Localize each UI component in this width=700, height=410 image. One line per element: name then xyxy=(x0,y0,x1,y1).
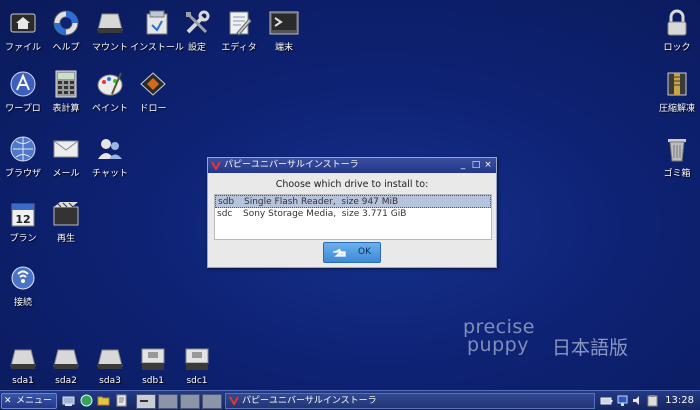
desktop-icon-label: チャット xyxy=(92,169,128,179)
connect-icon xyxy=(8,263,38,293)
ok-label: OK xyxy=(358,247,371,257)
ok-hand-icon xyxy=(332,247,346,266)
volume-icon[interactable] xyxy=(631,394,644,407)
editor-launch-icon[interactable] xyxy=(115,394,128,407)
drive-icon xyxy=(51,344,81,374)
drive-list[interactable]: sdb Single Flash Reader, size 947 MiB sdc… xyxy=(214,194,492,240)
dialog-title: パピーユニバーサルインストーラ xyxy=(224,160,359,170)
desktop-icon-label: ドロー xyxy=(139,104,167,114)
drive-sdb1[interactable]: sdb1 xyxy=(128,344,178,386)
workspace-4[interactable] xyxy=(202,394,222,409)
dialog-heading: Choose which drive to install to: xyxy=(275,179,429,190)
desktop-icon-draw[interactable]: ドロー xyxy=(128,69,178,114)
archive-icon xyxy=(662,69,692,99)
dialog-titlebar[interactable]: パピーユニバーサルインストーラ _ □ × xyxy=(208,158,496,173)
drive-device: sdc xyxy=(217,209,233,219)
workspace-1[interactable] xyxy=(136,394,156,409)
desktop-icon-spreadsheet[interactable]: 表計算 xyxy=(41,69,91,114)
calendar-icon: 12 xyxy=(8,199,38,229)
desktop-icon-label: ヘルプ xyxy=(52,43,80,53)
desktop-icon-connect[interactable]: 接続 xyxy=(0,263,48,308)
desktop-icon-mail[interactable]: メール xyxy=(41,134,91,179)
brand-line2: puppy xyxy=(467,334,529,356)
desktop-icon-label: 再生 xyxy=(56,234,75,244)
start-menu-button[interactable]: ✕ メニュー xyxy=(1,393,57,409)
desktop-icon-label: ロック xyxy=(663,43,691,53)
desktop-icon-chat[interactable]: チャット xyxy=(85,134,135,179)
usb-drive-icon xyxy=(138,344,168,374)
taskbar-clock[interactable]: 13:28 xyxy=(665,393,694,409)
desktop-icon-terminal[interactable]: 端末 xyxy=(259,8,309,53)
clipboard-icon[interactable] xyxy=(646,394,659,407)
desktop-icon-label: 表計算 xyxy=(52,104,80,114)
desktop-icon-help[interactable]: ヘルプ xyxy=(41,8,91,53)
desktop-icon-player[interactable]: 再生 xyxy=(41,199,91,244)
taskbar-window-button[interactable]: パピーユニバーサルインストーラ xyxy=(225,393,595,409)
desktop-icon-archiver[interactable]: 圧縮解凍 xyxy=(652,69,700,114)
drive-sda2[interactable]: sda2 xyxy=(41,344,91,386)
lock-icon xyxy=(662,8,692,38)
desktop-icon-label: 接続 xyxy=(13,298,32,308)
desktop-icon-label: 端末 xyxy=(274,43,293,53)
calculator-icon xyxy=(51,69,81,99)
installer-dialog: パピーユニバーサルインストーラ _ □ × Choose which drive… xyxy=(207,157,497,268)
drive-row-sdb[interactable]: sdb Single Flash Reader, size 947 MiB xyxy=(215,195,491,208)
drive-icon xyxy=(95,344,125,374)
ok-button[interactable]: OK xyxy=(323,242,381,263)
mail-icon xyxy=(51,134,81,164)
terminal-icon xyxy=(269,8,299,38)
drive-description: Sony Storage Media, size 3.771 GiB xyxy=(243,209,407,219)
workspace-2[interactable] xyxy=(158,394,178,409)
desktop-show-icon[interactable] xyxy=(62,394,75,407)
paint-icon xyxy=(95,69,125,99)
desktop-icon-label: メール xyxy=(52,169,80,179)
minimize-button[interactable]: _ xyxy=(458,160,468,170)
lifebuoy-icon xyxy=(51,8,81,38)
drive-sdc1[interactable]: sdc1 xyxy=(172,344,222,386)
desktop-icon-editor[interactable]: エディタ xyxy=(214,8,264,53)
close-button[interactable]: × xyxy=(483,160,493,170)
puppy-menu-icon: ✕ xyxy=(4,396,12,406)
draw-icon xyxy=(138,69,168,99)
desktop-icon-label: 圧縮解凍 xyxy=(658,104,695,114)
tools-icon xyxy=(182,8,212,38)
media-player-icon xyxy=(51,199,81,229)
chat-icon xyxy=(95,134,125,164)
drive-row-sdc[interactable]: sdc Sony Storage Media, size 3.771 GiB xyxy=(215,208,491,221)
desktop-icon-trash[interactable]: ゴミ箱 xyxy=(652,134,700,179)
home-icon xyxy=(8,8,38,38)
browser-launch-icon[interactable] xyxy=(80,394,93,407)
workspace-3[interactable] xyxy=(180,394,200,409)
wallpaper-brand: precise puppy xyxy=(463,318,535,356)
network-icon[interactable] xyxy=(616,394,629,407)
start-menu-label: メニュー xyxy=(16,396,53,406)
taskbar: ✕ メニュー パピーユニバーサルインストーラ 13:28 xyxy=(0,390,700,410)
drive-label: sda2 xyxy=(55,376,77,386)
calendar-day: 12 xyxy=(15,213,30,226)
drive-label: sdb1 xyxy=(142,376,164,386)
battery-icon[interactable] xyxy=(600,394,613,407)
desktop-icon-lock[interactable]: ロック xyxy=(652,8,700,53)
drive-description: Single Flash Reader, size 947 MiB xyxy=(244,197,399,207)
desktop-icon-label: ゴミ箱 xyxy=(663,169,691,179)
puppy-installer-icon xyxy=(229,396,239,410)
browser-icon xyxy=(8,134,38,164)
usb-drive-icon xyxy=(182,344,212,374)
brand-japanese-edition: 日本語版 xyxy=(552,337,629,359)
desktop-icon-label: エディタ xyxy=(221,43,257,53)
drive-icon xyxy=(95,8,125,38)
wordprocessor-icon xyxy=(8,69,38,99)
drive-label: sdc1 xyxy=(186,376,208,386)
maximize-button[interactable]: □ xyxy=(471,160,481,170)
install-icon xyxy=(142,8,172,38)
trash-icon xyxy=(662,134,692,164)
puppy-installer-icon xyxy=(211,161,221,176)
editor-icon xyxy=(224,8,254,38)
taskbar-window-title: パピーユニバーサルインストーラ xyxy=(242,396,377,406)
drive-icon xyxy=(8,344,38,374)
folder-icon[interactable] xyxy=(97,394,110,407)
